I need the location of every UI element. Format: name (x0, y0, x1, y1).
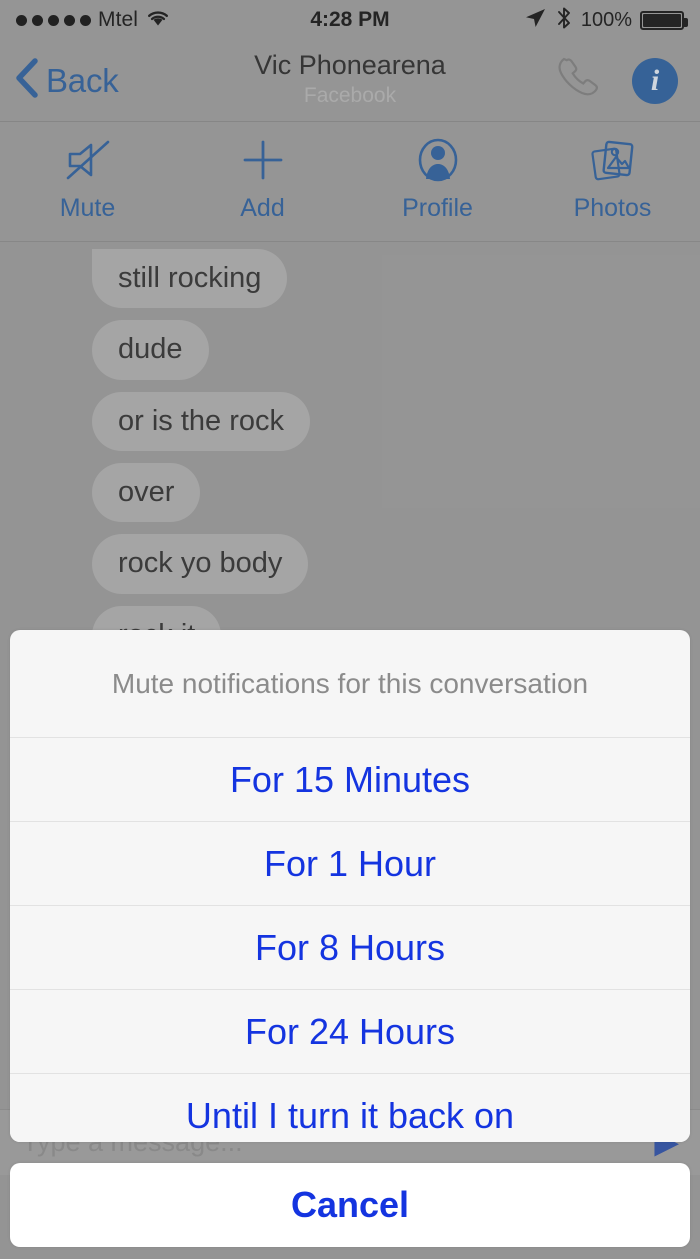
page-title: Vic Phonearena (254, 49, 446, 80)
speaker-mute-icon (60, 132, 116, 188)
message-row: dude (0, 320, 700, 391)
message-row: over (0, 463, 700, 534)
message-row: rock yo body (0, 534, 700, 605)
status-bar-right: 100% (390, 5, 688, 36)
toolbar-item-profile[interactable]: Profile (350, 122, 525, 223)
status-bar-clock: 4:28 PM (310, 8, 390, 31)
message-bubble: dude (92, 320, 209, 380)
toolbar-label-mute: Mute (59, 194, 116, 222)
action-sheet-option-24-hours[interactable]: For 24 Hours (10, 990, 690, 1074)
plus-icon (235, 132, 291, 188)
status-bar: Mtel 4:28 PM 100% (0, 0, 700, 40)
toolbar-item-mute[interactable]: Mute (0, 122, 175, 223)
status-bar-center: 4:28 PM (310, 8, 389, 32)
message-bubble: or is the rock (92, 391, 310, 452)
toolbar-label-profile: Profile (402, 194, 473, 222)
conversation-toolbar: Mute Add Profile Photos (0, 122, 700, 242)
signal-strength-icon (16, 14, 91, 26)
info-label: i (650, 63, 660, 97)
bluetooth-icon (555, 5, 573, 36)
action-sheet-option-8-hours[interactable]: For 8 Hours (10, 906, 690, 990)
navigation-actions: i (470, 53, 700, 108)
battery-full-icon (640, 10, 688, 30)
toolbar-label-photos: Photos (573, 194, 652, 222)
toolbar-item-add[interactable]: Add (175, 122, 350, 223)
toolbar-label-add: Add (240, 194, 285, 222)
navigation-bar: Back Vic Phonearena Facebook i (0, 40, 700, 122)
mute-action-sheet: Mute notifications for this conversation… (10, 630, 690, 1142)
message-bubble: over (92, 463, 201, 523)
back-button[interactable]: Back (0, 57, 230, 104)
conversation-title-block: Vic Phonearena Facebook (230, 50, 470, 109)
cancel-button[interactable]: Cancel (10, 1163, 690, 1247)
message-bubble: rock yo body (92, 534, 309, 594)
battery-percent: 100% (580, 8, 632, 31)
action-sheet-option-1-hour[interactable]: For 1 Hour (10, 822, 690, 906)
carrier-name: Mtel (98, 8, 139, 31)
status-bar-left: Mtel (16, 8, 310, 33)
message-bubble: still rocking (92, 249, 288, 309)
page-subtitle: Facebook (303, 83, 397, 107)
wifi-icon (145, 8, 171, 33)
phone-handset-icon[interactable] (552, 53, 606, 108)
action-sheet-option-until-turned-back-on[interactable]: Until I turn it back on (10, 1074, 690, 1142)
chevron-left-icon (14, 57, 40, 104)
message-row: or is the rock (0, 391, 700, 463)
photos-stack-icon (585, 132, 641, 188)
action-sheet-option-15-minutes[interactable]: For 15 Minutes (10, 738, 690, 822)
person-circle-icon (410, 132, 466, 188)
location-arrow-icon (523, 6, 547, 35)
message-row: still rocking (0, 249, 700, 320)
back-button-label: Back (46, 61, 119, 99)
action-sheet-title: Mute notifications for this conversation (10, 630, 690, 738)
toolbar-item-photos[interactable]: Photos (525, 122, 700, 223)
info-circle-icon[interactable]: i (632, 57, 678, 104)
phone-screen: Mtel 4:28 PM 100% Back Vic Phonearena Fa… (0, 0, 700, 1259)
